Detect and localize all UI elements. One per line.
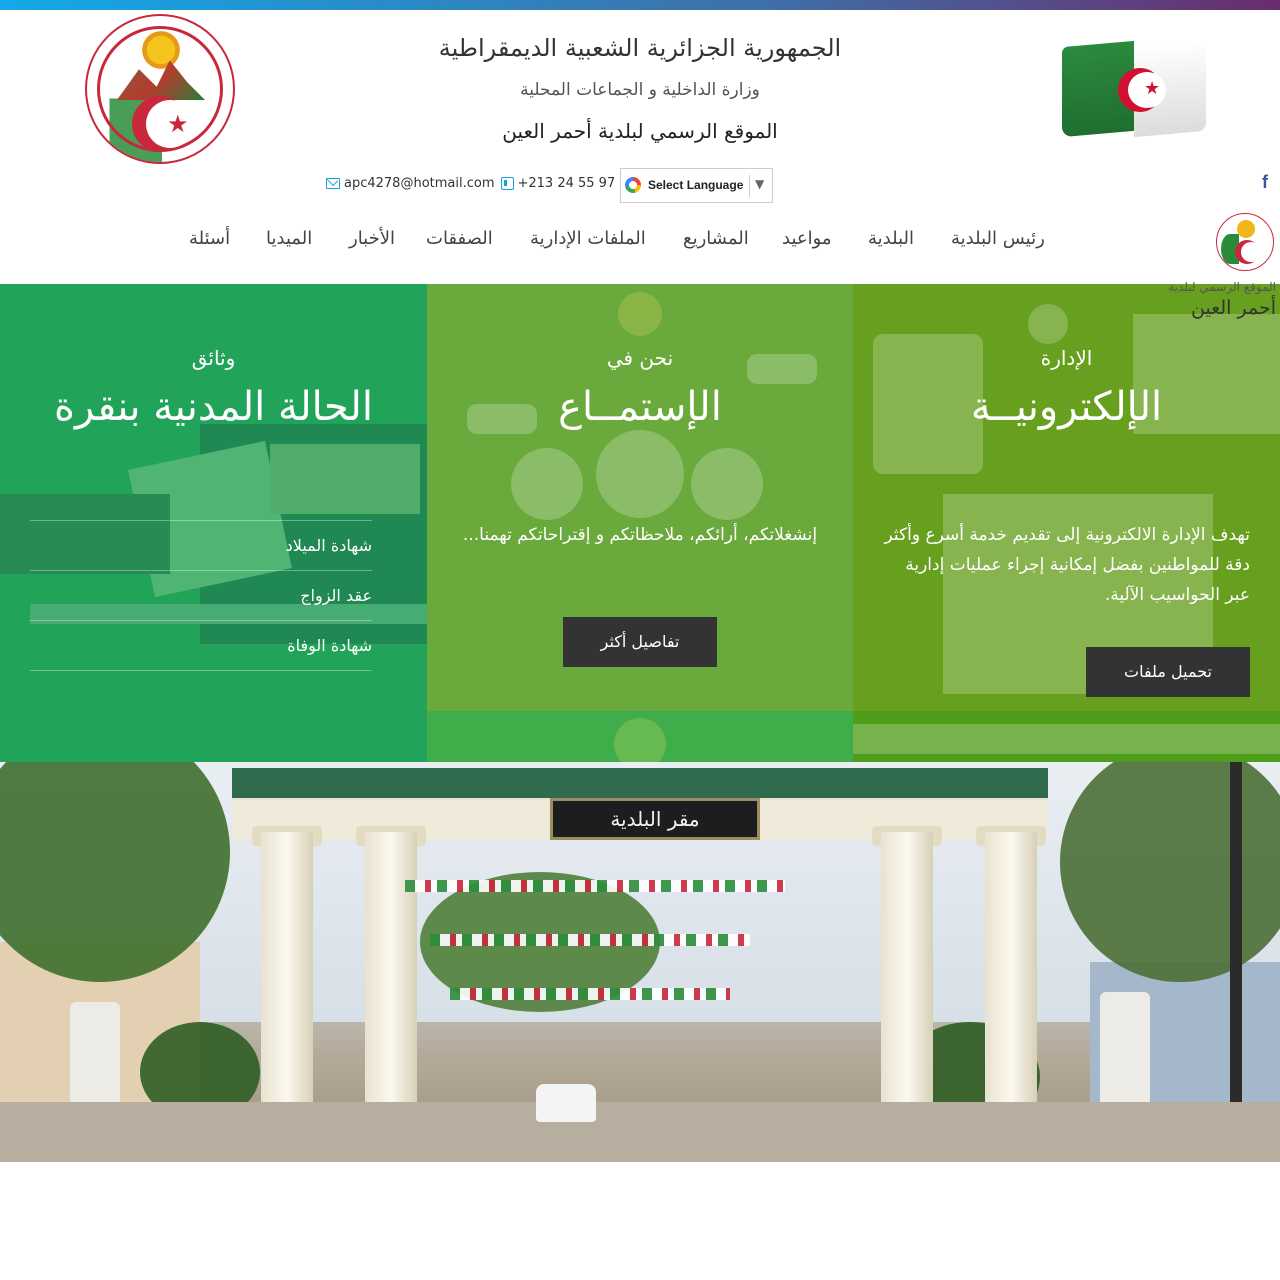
ministry-subtitle: وزارة الداخلية و الجماعات المحلية (520, 80, 760, 100)
photo-bunting (405, 880, 785, 892)
nav-logo-sun (1237, 220, 1255, 238)
town-hall-sign: مقر البلدية (550, 798, 760, 840)
feature-panels: وثائق الحالة المدنية بنقرة شهادة الميلاد… (0, 284, 1280, 762)
seal-star: ★ (167, 110, 189, 138)
panel-egov: الإدارة الإلكترونيــة تهدف الإدارة الالك… (853, 284, 1280, 762)
language-select-label: Select Language (648, 178, 744, 192)
documents-link-list: شهادة الميلاد عقد الزواج شهادة الوفاة (30, 520, 372, 671)
nav-item-projects[interactable]: المشاريع (683, 228, 749, 249)
egov-kicker: الإدارة (1040, 346, 1093, 370)
panel-listening: نحن في الإستمــاع إنشغلاتكم، أرائكم، ملا… (427, 284, 853, 762)
facebook-icon[interactable]: f (1262, 172, 1268, 193)
mail-icon (326, 178, 340, 189)
link-death-certificate[interactable]: شهادة الوفاة (30, 621, 372, 671)
column (985, 832, 1037, 1132)
listening-body: إنشغلاتكم، أرائكم، ملاحظاتكم و إقتراحاتك… (462, 525, 818, 545)
photo-ground (0, 1102, 1280, 1162)
republic-title: الجمهورية الجزائرية الشعبية الديمقراطية (438, 34, 842, 62)
listening-kicker: نحن في (606, 346, 674, 370)
nav-logo-caption-big: أحمر العين (1191, 297, 1276, 319)
photo-car (536, 1084, 596, 1122)
nav-logo[interactable] (1216, 213, 1274, 271)
contact-phone[interactable]: +213 24 55 97 40 (518, 176, 636, 191)
listening-title: الإستمــاع (558, 384, 722, 430)
column (881, 832, 933, 1132)
nav-item-municipality[interactable]: البلدية (868, 228, 914, 249)
panel-documents: وثائق الحالة المدنية بنقرة شهادة الميلاد… (0, 284, 427, 762)
algeria-flag: ★ (1062, 40, 1206, 138)
nav-item-faq[interactable]: أسئلة (189, 228, 230, 249)
phone-icon (500, 177, 514, 190)
national-seal-logo[interactable]: ★ (85, 14, 235, 164)
nav-item-appointments[interactable]: مواعيد (782, 228, 832, 249)
documents-title: الحالة المدنية بنقرة (54, 384, 373, 430)
photo-street-lamp (1230, 762, 1242, 1102)
nav-item-admin-files[interactable]: الملفات الإدارية (530, 228, 646, 249)
nav-logo-caption-small: الموقع الرسمي لبلدية (1168, 280, 1276, 294)
column (261, 832, 313, 1132)
link-birth-certificate[interactable]: شهادة الميلاد (30, 521, 372, 571)
language-select[interactable]: Select Language ▼ (620, 168, 773, 203)
nav-logo-crescent (1235, 240, 1261, 264)
photo-bunting (430, 934, 750, 946)
google-icon (625, 177, 641, 193)
link-marriage-contract[interactable]: عقد الزواج (30, 571, 372, 621)
nav-item-news[interactable]: الأخبار (349, 228, 395, 249)
download-files-button[interactable]: تحميل ملفات (1086, 647, 1250, 697)
flag-star: ★ (1144, 78, 1161, 99)
site-title[interactable]: الموقع الرسمي لبلدية أحمر العين (340, 119, 940, 143)
nav-item-mayor[interactable]: رئيس البلدية (951, 228, 1045, 249)
contact-email[interactable]: apc4278@hotmail.com (344, 176, 495, 191)
top-accent-bar (0, 0, 1280, 10)
select-divider (749, 175, 750, 197)
column (365, 832, 417, 1132)
nav-item-tenders[interactable]: الصفقات (426, 228, 493, 249)
egov-title: الإلكترونيــة (970, 384, 1163, 430)
dropdown-arrow-icon: ▼ (755, 177, 765, 191)
contact-info: apc4278@hotmail.com +213 24 55 97 40 (326, 176, 636, 191)
more-details-button[interactable]: تفاصيل أكثر (563, 617, 717, 667)
nav-item-media[interactable]: الميديا (266, 228, 312, 249)
documents-kicker: وثائق (191, 346, 236, 370)
seal-sun (139, 28, 183, 72)
main-nav: رئيس البلدية البلدية مواعيد المشاريع الم… (0, 210, 1280, 284)
town-hall-photo: مقر البلدية (0, 762, 1280, 1162)
egov-body: تهدف الإدارة الالكترونية إلى تقديم خدمة … (884, 525, 1251, 605)
photo-bunting (450, 988, 730, 1000)
